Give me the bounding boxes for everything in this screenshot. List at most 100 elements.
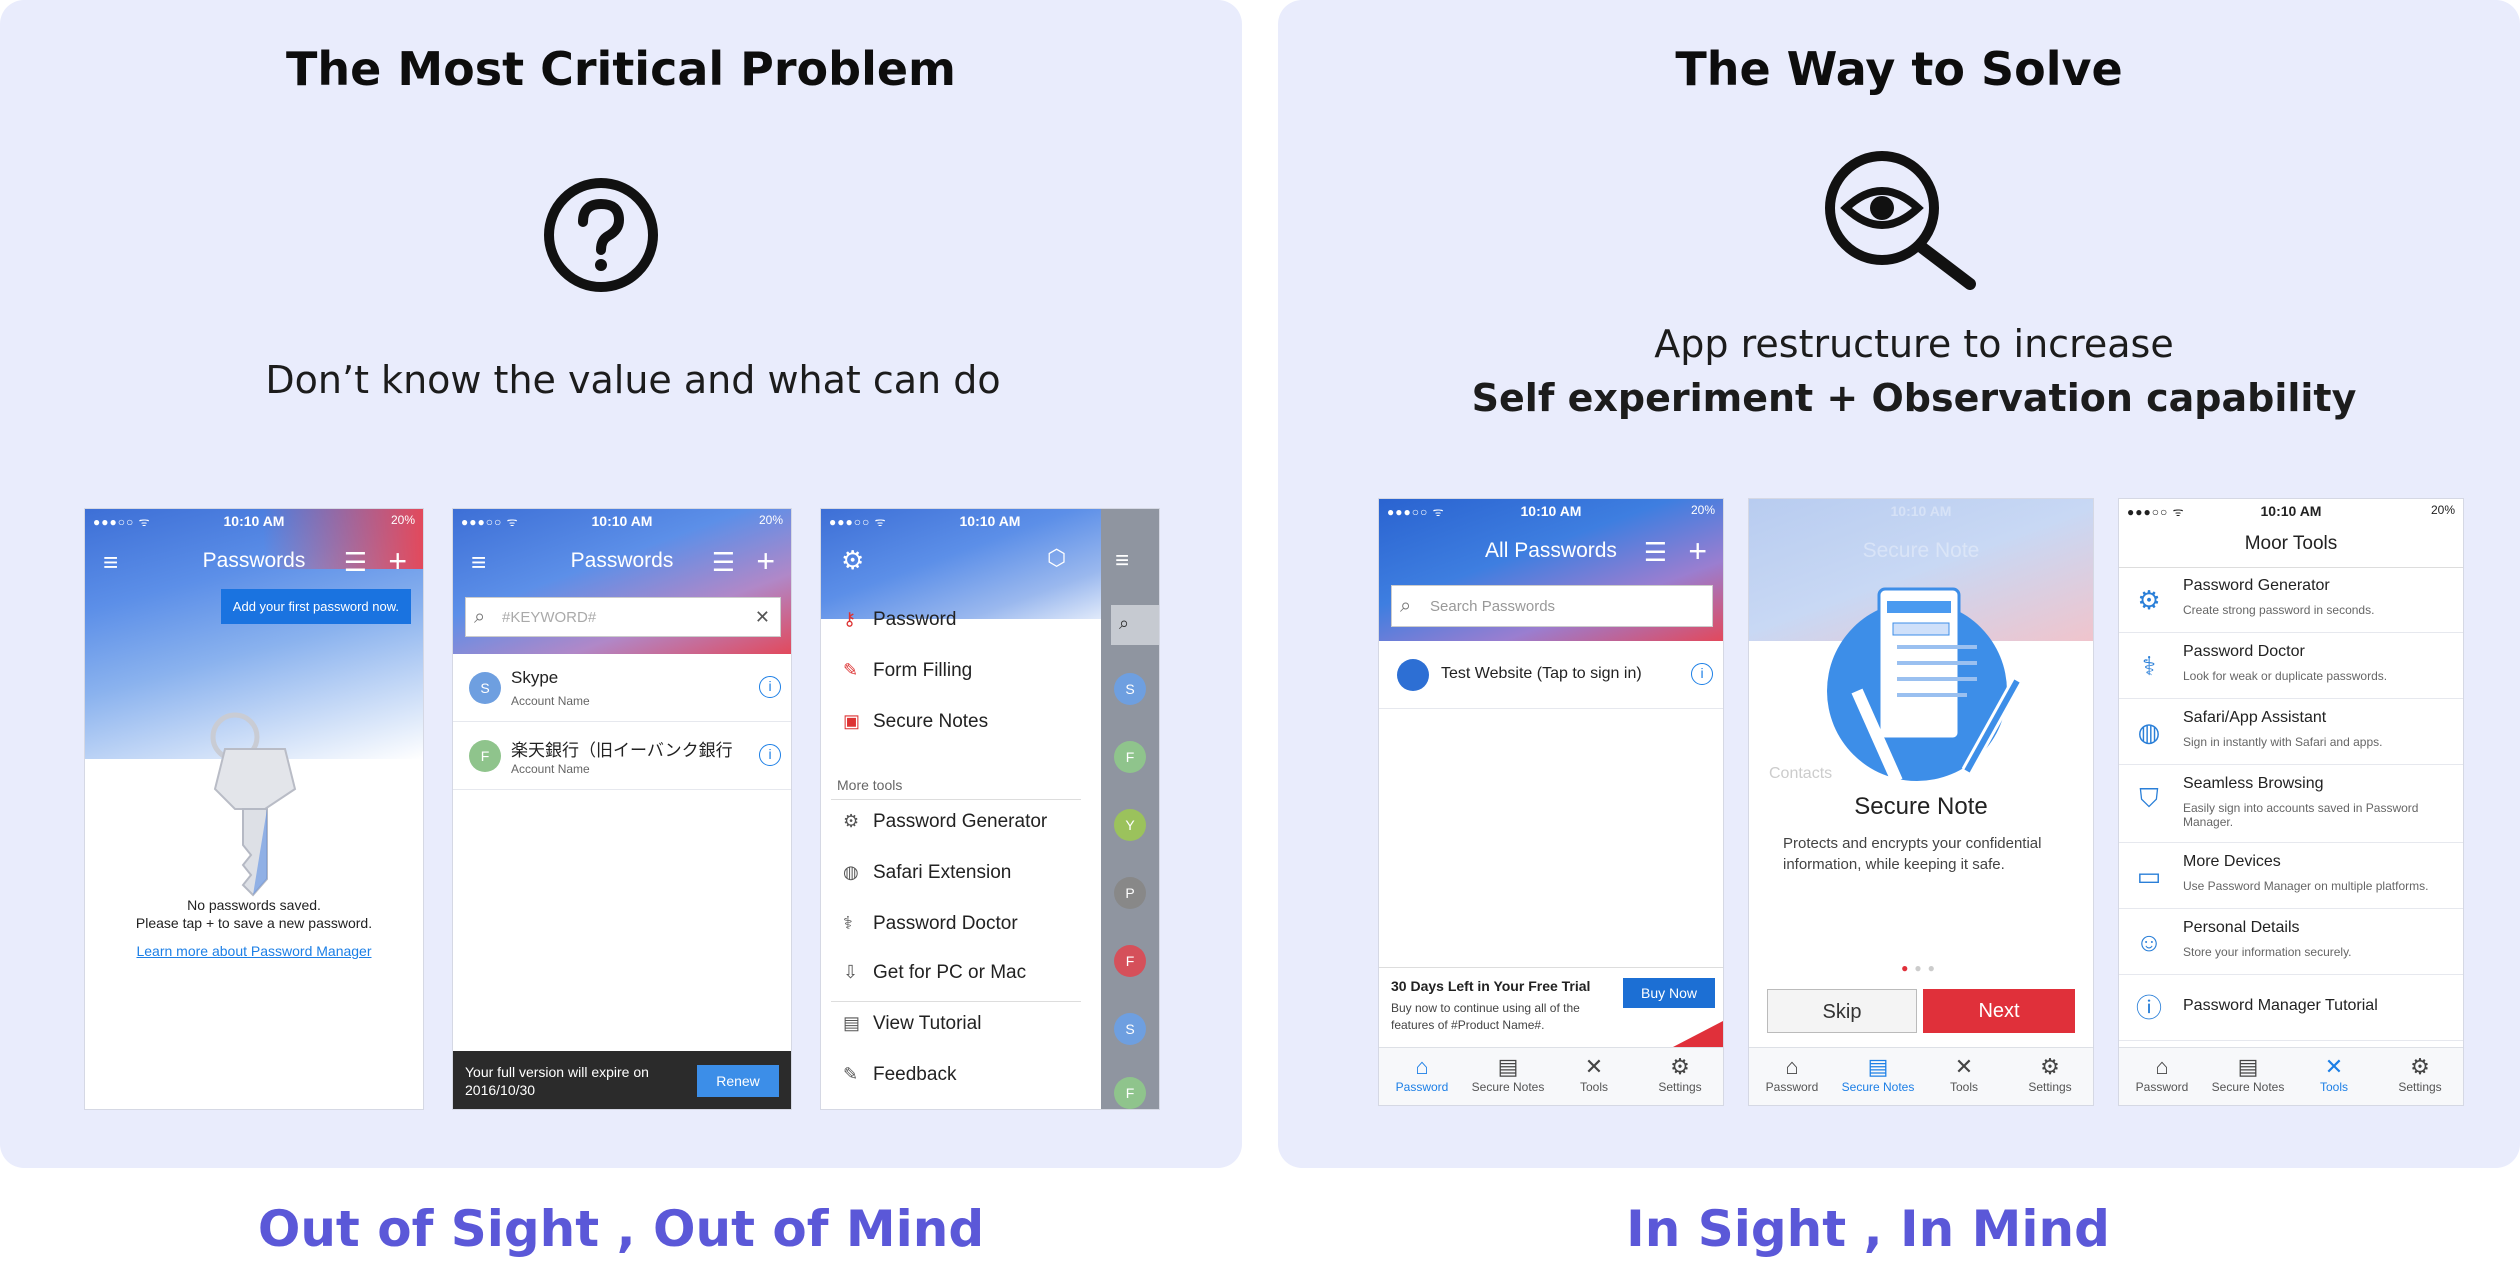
gear-icon[interactable]: ⚙ <box>841 547 864 573</box>
item-sub: Account Name <box>511 694 590 708</box>
renew-button[interactable]: Renew <box>697 1065 779 1097</box>
item-name: Test Website (Tap to sign in) <box>1441 665 1642 682</box>
side-avatar: S <box>1114 1013 1146 1045</box>
info-icon[interactable]: i <box>759 676 781 698</box>
list-item[interactable]: F 楽天銀行（旧イーバンク銀行 Account Name i <box>453 722 791 790</box>
phone-all-passwords: ●●●○○ ᯤ 10:10 AM 20% All Passwords ☰ + ⌕… <box>1378 498 1724 1106</box>
menu-secure-notes[interactable]: ▣ Secure Notes <box>843 711 988 733</box>
buy-now-button[interactable]: Buy Now <box>1623 978 1715 1008</box>
menu-password-doctor[interactable]: ⚕ Password Doctor <box>843 913 1018 935</box>
info-icon[interactable]: i <box>1691 663 1713 685</box>
item-name: 楽天銀行（旧イーバンク銀行 <box>511 741 733 760</box>
search-placeholder: Search Passwords <box>1430 598 1556 615</box>
tab-secure-notes[interactable]: ▤ Secure Notes <box>2205 1048 2291 1105</box>
info-icon[interactable]: i <box>759 744 781 766</box>
status-time: 10:10 AM <box>223 513 285 529</box>
tab-settings[interactable]: ⚙ Settings <box>2007 1048 2093 1105</box>
page-indicator: ●●● <box>1901 961 1941 975</box>
menu-form-filling[interactable]: ✎ Form Filling <box>843 660 972 682</box>
menu-get-for-pc[interactable]: ⇩ Get for PC or Mac <box>843 962 1026 984</box>
add-icon[interactable]: + <box>1688 535 1707 567</box>
list-item[interactable]: Test Website (Tap to sign in) i <box>1379 641 1723 709</box>
tab-password[interactable]: ⌂ Password <box>1379 1048 1465 1105</box>
add-tooltip[interactable]: Add your first password now. <box>220 589 411 624</box>
generator-icon: ⚙ <box>2137 585 2161 615</box>
tab-secure-notes[interactable]: ▤ Secure Notes <box>1835 1048 1921 1105</box>
assistant-icon: ◍ <box>2137 717 2161 747</box>
tab-password[interactable]: ⌂ Password <box>2119 1048 2205 1105</box>
tool-seamless-browsing[interactable]: ⛉ Seamless Browsing Easily sign into accou… <box>2119 765 2463 843</box>
tab-settings[interactable]: ⚙ Settings <box>1637 1048 1723 1105</box>
doctor-icon: ⚕ <box>2141 651 2157 681</box>
search-input[interactable]: ⌕ #KEYWORD# ✕ <box>465 597 781 637</box>
tool-personal-details[interactable]: ☺ Personal Details Store your information … <box>2119 909 2463 975</box>
notes-tab-icon: ▤ <box>1867 1054 1889 1079</box>
search-icon: ⌕ <box>1400 595 1412 617</box>
tool-more-devices[interactable]: ▭ More Devices Use Password Manager on mul… <box>2119 843 2463 909</box>
download-icon: ⇩ <box>843 962 859 982</box>
status-time: 10:10 AM <box>591 513 653 529</box>
solution-tagline: In Sight , In Mind <box>1626 1200 2110 1258</box>
tool-safari-assistant[interactable]: ◍ Safari/App Assistant Sign in instantly w… <box>2119 699 2463 765</box>
tool-password-doctor[interactable]: ⚕ Password Doctor Look for weak or duplica… <box>2119 633 2463 699</box>
status-time: 10:10 AM <box>1520 503 1582 519</box>
magnifier-eye-icon <box>1822 148 1982 290</box>
status-battery: 20% <box>390 513 415 527</box>
tab-tools[interactable]: ✕ Tools <box>2291 1048 2377 1105</box>
tab-secure-notes[interactable]: ▤ Secure Notes <box>1465 1048 1551 1105</box>
skip-button[interactable]: Skip <box>1767 989 1917 1033</box>
search-input[interactable]: ⌕ Search Passwords <box>1391 585 1713 627</box>
settings-tab-icon: ⚙ <box>2410 1054 2430 1079</box>
expire-text: Your full version will expire on 2016/10… <box>465 1064 649 1098</box>
clear-icon[interactable]: ✕ <box>755 607 770 628</box>
phone4-title: All Passwords <box>1485 539 1617 562</box>
password-tab-icon: ⌂ <box>1415 1054 1429 1079</box>
ghost-title: Secure Note <box>1862 539 1980 562</box>
tab-bar: ⌂ Password ▤ Secure Notes ✕ Tools ⚙ Settings <box>1379 1047 1723 1105</box>
book-icon: ▤ <box>843 1013 861 1033</box>
item-name: Skype <box>511 668 559 687</box>
status-battery: 20% <box>758 513 783 527</box>
trial-title: 30 Days Left in Your Free Trial <box>1391 978 1591 994</box>
menu-safari-extension[interactable]: ◍ Safari Extension <box>843 862 1011 884</box>
trial-desc: Buy now to continue using all of the fea… <box>1391 1001 1580 1032</box>
notes-tab-icon: ▤ <box>2237 1054 2259 1079</box>
tab-password[interactable]: ⌂ Password <box>1749 1048 1835 1105</box>
question-icon <box>542 176 660 294</box>
phone-side-menu: ●●●○○ ᯤ 10:10 AM 20% ⚙ ⬡ ≡ ⌕ ⚷Password ✎… <box>820 508 1160 1110</box>
menu-password[interactable]: ⚷ Password <box>843 609 956 631</box>
problem-panel: The Most Critical Problem Don’t know the… <box>0 0 1242 1168</box>
learn-more-link[interactable]: Learn more about Password Manager <box>85 943 423 959</box>
tab-bar: ⌂ Password ▤ Secure Notes ✕ Tools ⚙ Settings <box>1749 1047 2093 1105</box>
next-button[interactable]: Next <box>1923 989 2075 1033</box>
tools-tab-icon: ✕ <box>1584 1054 1604 1079</box>
note-lock-icon: ▣ <box>843 711 861 731</box>
menu-view-tutorial[interactable]: ▤ View Tutorial <box>843 1013 981 1035</box>
menu-password-generator[interactable]: ⚙ Password Generator <box>843 811 1047 833</box>
tab-settings[interactable]: ⚙ Settings <box>2377 1048 2463 1105</box>
shield-icon: ⛉ <box>2139 783 2159 813</box>
list-item[interactable]: S Skype Account Name i <box>453 654 791 722</box>
tab-tools[interactable]: ✕ Tools <box>1551 1048 1637 1105</box>
tool-tutorial[interactable]: ⓘ Password Manager Tutorial <box>2119 975 2463 1041</box>
person-icon: ☺ <box>2135 927 2163 957</box>
tool-password-generator[interactable]: ⚙ Password Generator Create strong passwor… <box>2119 567 2463 633</box>
settings-tab-icon: ⚙ <box>1670 1054 1690 1079</box>
status-battery: 20% <box>1690 503 1715 517</box>
generator-icon: ⚙ <box>843 811 860 831</box>
item-sub: Account Name <box>511 762 590 776</box>
sort-icon[interactable]: ☰ <box>1644 539 1667 565</box>
sort-icon[interactable]: ☰ <box>712 549 735 575</box>
lock-badge-icon[interactable]: ⬡ <box>1047 547 1066 569</box>
sort-icon[interactable]: ☰ <box>344 549 367 575</box>
menu-feedback[interactable]: ✎ Feedback <box>843 1064 956 1086</box>
add-icon[interactable]: + <box>756 545 775 577</box>
trial-banner: 30 Days Left in Your Free Trial Buy now … <box>1379 967 1723 1047</box>
form-icon: ✎ <box>843 660 859 680</box>
solution-subtitle-2: Self experiment + Observation capability <box>1471 376 2357 420</box>
add-icon[interactable]: + <box>388 545 407 577</box>
hamburger-icon[interactable]: ≡ <box>1115 547 1129 575</box>
notes-tab-icon: ▤ <box>1497 1054 1519 1079</box>
problem-subtitle: Don’t know the value and what can do <box>265 358 1001 402</box>
tab-tools[interactable]: ✕ Tools <box>1921 1048 2007 1105</box>
